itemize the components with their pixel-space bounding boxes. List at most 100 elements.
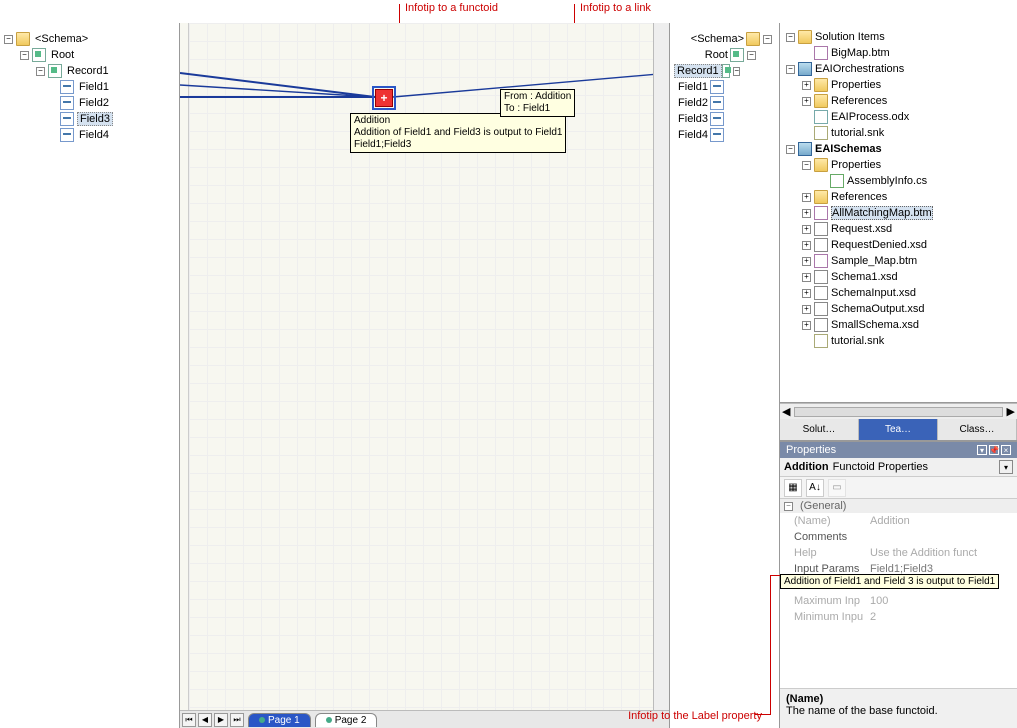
solution-item[interactable]: +SmallSchema.xsd [780, 317, 1017, 333]
collapse-icon[interactable]: − [763, 35, 772, 44]
nav-first-icon[interactable]: ⏮ [182, 713, 196, 727]
expand-icon[interactable]: + [802, 97, 811, 106]
expand-icon[interactable]: + [802, 257, 811, 266]
tab-team-explorer[interactable]: Tea… [859, 419, 938, 440]
tree-node-field2[interactable]: Field2 [0, 95, 179, 111]
tree-label: Field4 [77, 129, 111, 141]
tree-node-record[interactable]: − Record1 [0, 63, 179, 79]
solution-item[interactable]: +AllMatchingMap.btm [780, 205, 1017, 221]
solution-item-label: Properties [831, 79, 881, 91]
tree-node-root[interactable]: − Root [0, 47, 179, 63]
tree-node-field3[interactable]: Field3 [0, 111, 179, 127]
addition-functoid[interactable]: + [375, 89, 393, 107]
property-row[interactable]: Maximum Inp100 [780, 593, 1017, 609]
collapse-icon[interactable]: − [786, 65, 795, 74]
collapse-icon[interactable]: − [786, 145, 795, 154]
scroll-left-icon[interactable]: ◀ [782, 405, 790, 418]
tree-node-record[interactable]: Record1 − [670, 63, 779, 79]
tree-node-field4[interactable]: Field4 [670, 127, 779, 143]
solution-item[interactable]: +RequestDenied.xsd [780, 237, 1017, 253]
nav-next-icon[interactable]: ▶ [214, 713, 228, 727]
mapper-canvas[interactable]: + Addition Addition of Field1 and Field3… [180, 23, 670, 728]
collapse-icon[interactable]: − [20, 51, 29, 60]
solution-item-label: tutorial.snk [831, 335, 884, 347]
tab-solution-explorer[interactable]: Solut… [780, 419, 859, 440]
properties-object-selector[interactable]: Addition Functoid Properties ▾ [780, 458, 1017, 477]
expand-icon[interactable]: + [802, 321, 811, 330]
tab-class-view[interactable]: Class… [938, 419, 1017, 440]
solution-item[interactable]: −Solution Items [780, 29, 1017, 45]
solution-item[interactable]: BigMap.btm [780, 45, 1017, 61]
scroll-right-icon[interactable]: ▶ [1007, 405, 1015, 418]
property-value[interactable]: 2 [870, 611, 1017, 623]
nav-last-icon[interactable]: ⏭ [230, 713, 244, 727]
solution-item[interactable]: + Properties [780, 77, 1017, 93]
collapse-icon[interactable]: − [786, 33, 795, 42]
expand-icon[interactable]: + [802, 225, 811, 234]
property-row[interactable]: (Name)Addition [780, 513, 1017, 529]
solution-item[interactable]: +References [780, 189, 1017, 205]
tree-node-schema[interactable]: <Schema> − [670, 31, 779, 47]
property-value[interactable]: 100 [870, 595, 1017, 607]
category-general[interactable]: − (General) [780, 499, 1017, 513]
object-name: Addition [784, 461, 829, 473]
page-tab-2[interactable]: Page 2 [315, 713, 378, 727]
pin-icon[interactable]: 📌 [989, 445, 999, 455]
collapse-icon[interactable]: − [802, 161, 811, 170]
expand-icon[interactable]: + [802, 305, 811, 314]
dropdown-icon[interactable]: ▾ [977, 445, 987, 455]
property-value[interactable]: Addition [870, 515, 1017, 527]
solution-item[interactable]: tutorial.snk [780, 333, 1017, 349]
properties-grid: − (General) (Name)AdditionCommentsHelpUs… [780, 499, 1017, 688]
tree-node-field2[interactable]: Field2 [670, 95, 779, 111]
collapse-icon[interactable]: − [784, 502, 793, 511]
expand-icon[interactable]: + [802, 81, 811, 90]
tree-node-field1[interactable]: Field1 [0, 79, 179, 95]
tree-label: Field2 [77, 97, 111, 109]
chevron-down-icon[interactable]: ▾ [999, 460, 1013, 474]
expand-icon[interactable]: + [802, 273, 811, 282]
expand-icon[interactable]: + [802, 193, 811, 202]
expand-icon[interactable]: + [802, 241, 811, 250]
vertical-scrollbar[interactable] [653, 23, 669, 710]
property-value[interactable]: Use the Addition funct [870, 547, 1017, 559]
tree-node-field3[interactable]: Field3 [670, 111, 779, 127]
tree-label: Field2 [676, 97, 710, 109]
alphabetical-icon[interactable]: A↓ [806, 479, 824, 497]
solution-item[interactable]: +References [780, 93, 1017, 109]
solution-item[interactable]: +Request.xsd [780, 221, 1017, 237]
expand-icon[interactable]: + [802, 289, 811, 298]
solution-item[interactable]: − Properties [780, 157, 1017, 173]
property-row[interactable]: Minimum Inpu2 [780, 609, 1017, 625]
horizontal-scrollbar[interactable]: ◀ ▶ [780, 403, 1017, 419]
snk-icon [814, 334, 828, 348]
solution-item[interactable]: −EAIOrchestrations [780, 61, 1017, 77]
tree-node-schema[interactable]: − <Schema> [0, 31, 179, 47]
collapse-icon[interactable]: − [36, 67, 45, 76]
expand-icon[interactable]: + [802, 209, 811, 218]
scroll-thumb[interactable] [794, 407, 1002, 417]
nav-prev-icon[interactable]: ◀ [198, 713, 212, 727]
categorized-icon[interactable]: ▦ [784, 479, 802, 497]
solution-item[interactable]: +Sample_Map.btm [780, 253, 1017, 269]
solution-item[interactable]: +SchemaOutput.xsd [780, 301, 1017, 317]
collapse-icon[interactable]: − [4, 35, 13, 44]
solution-item[interactable]: +SchemaInput.xsd [780, 285, 1017, 301]
tree-label: Field3 [77, 112, 113, 126]
solution-item[interactable]: +Schema1.xsd [780, 269, 1017, 285]
solution-item[interactable]: EAIProcess.odx [780, 109, 1017, 125]
collapse-icon[interactable]: − [747, 51, 756, 60]
solution-item[interactable]: AssemblyInfo.cs [780, 173, 1017, 189]
solution-item[interactable]: tutorial.snk [780, 125, 1017, 141]
solution-item[interactable]: −EAISchemas [780, 141, 1017, 157]
property-row[interactable]: Comments [780, 529, 1017, 545]
tree-node-field1[interactable]: Field1 [670, 79, 779, 95]
close-icon[interactable]: × [1001, 445, 1011, 455]
solution-item-label: Properties [831, 159, 881, 171]
tree-node-root[interactable]: Root − [670, 47, 779, 63]
object-type: Functoid Properties [833, 461, 928, 473]
page-tab-1[interactable]: Page 1 [248, 713, 311, 727]
tree-node-field4[interactable]: Field4 [0, 127, 179, 143]
collapse-icon[interactable]: − [733, 67, 740, 76]
property-row[interactable]: HelpUse the Addition funct [780, 545, 1017, 561]
